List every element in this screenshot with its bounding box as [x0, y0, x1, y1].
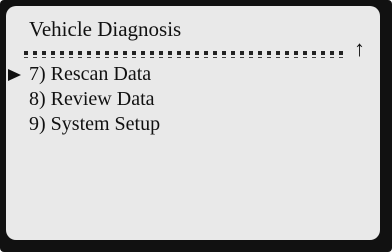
lcd-screen: Vehicle Diagnosis ↑ 7) Rescan Data 8) Re…: [6, 6, 380, 240]
dashed-divider: [24, 51, 346, 58]
menu-item-rescan-data[interactable]: 7) Rescan Data: [6, 62, 380, 87]
menu-item-label: 9) System Setup: [29, 113, 161, 135]
menu-item-system-setup[interactable]: 9) System Setup: [6, 112, 380, 137]
menu-list: 7) Rescan Data 8) Review Data 9) System …: [6, 62, 380, 137]
screen-title: Vehicle Diagnosis: [29, 17, 182, 41]
menu-item-label: 8) Review Data: [29, 88, 155, 110]
menu-item-label: 7) Rescan Data: [29, 63, 152, 85]
up-arrow-icon[interactable]: ↑: [354, 38, 365, 60]
device-bezel: Vehicle Diagnosis ↑ 7) Rescan Data 8) Re…: [0, 0, 392, 252]
menu-item-review-data[interactable]: 8) Review Data: [6, 87, 380, 112]
selection-pointer-icon: [8, 69, 21, 81]
title-divider-row: ↑: [24, 38, 369, 60]
